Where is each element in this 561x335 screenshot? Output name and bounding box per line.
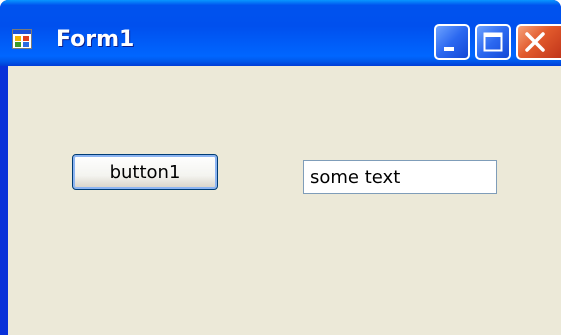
button1[interactable]: button1 [72,154,218,190]
form1-window: Form1 button1 [0,0,561,335]
textbox1[interactable] [303,160,497,194]
minimize-button[interactable] [434,24,470,60]
maximize-icon [483,32,503,52]
title-bar[interactable]: Form1 [0,0,561,66]
form-app-icon [12,29,32,49]
close-icon [525,32,545,52]
window-title: Form1 [56,27,135,52]
minimize-icon [444,47,454,51]
maximize-button[interactable] [475,24,511,60]
close-button[interactable] [516,24,561,60]
form-client-area: button1 [8,66,561,335]
